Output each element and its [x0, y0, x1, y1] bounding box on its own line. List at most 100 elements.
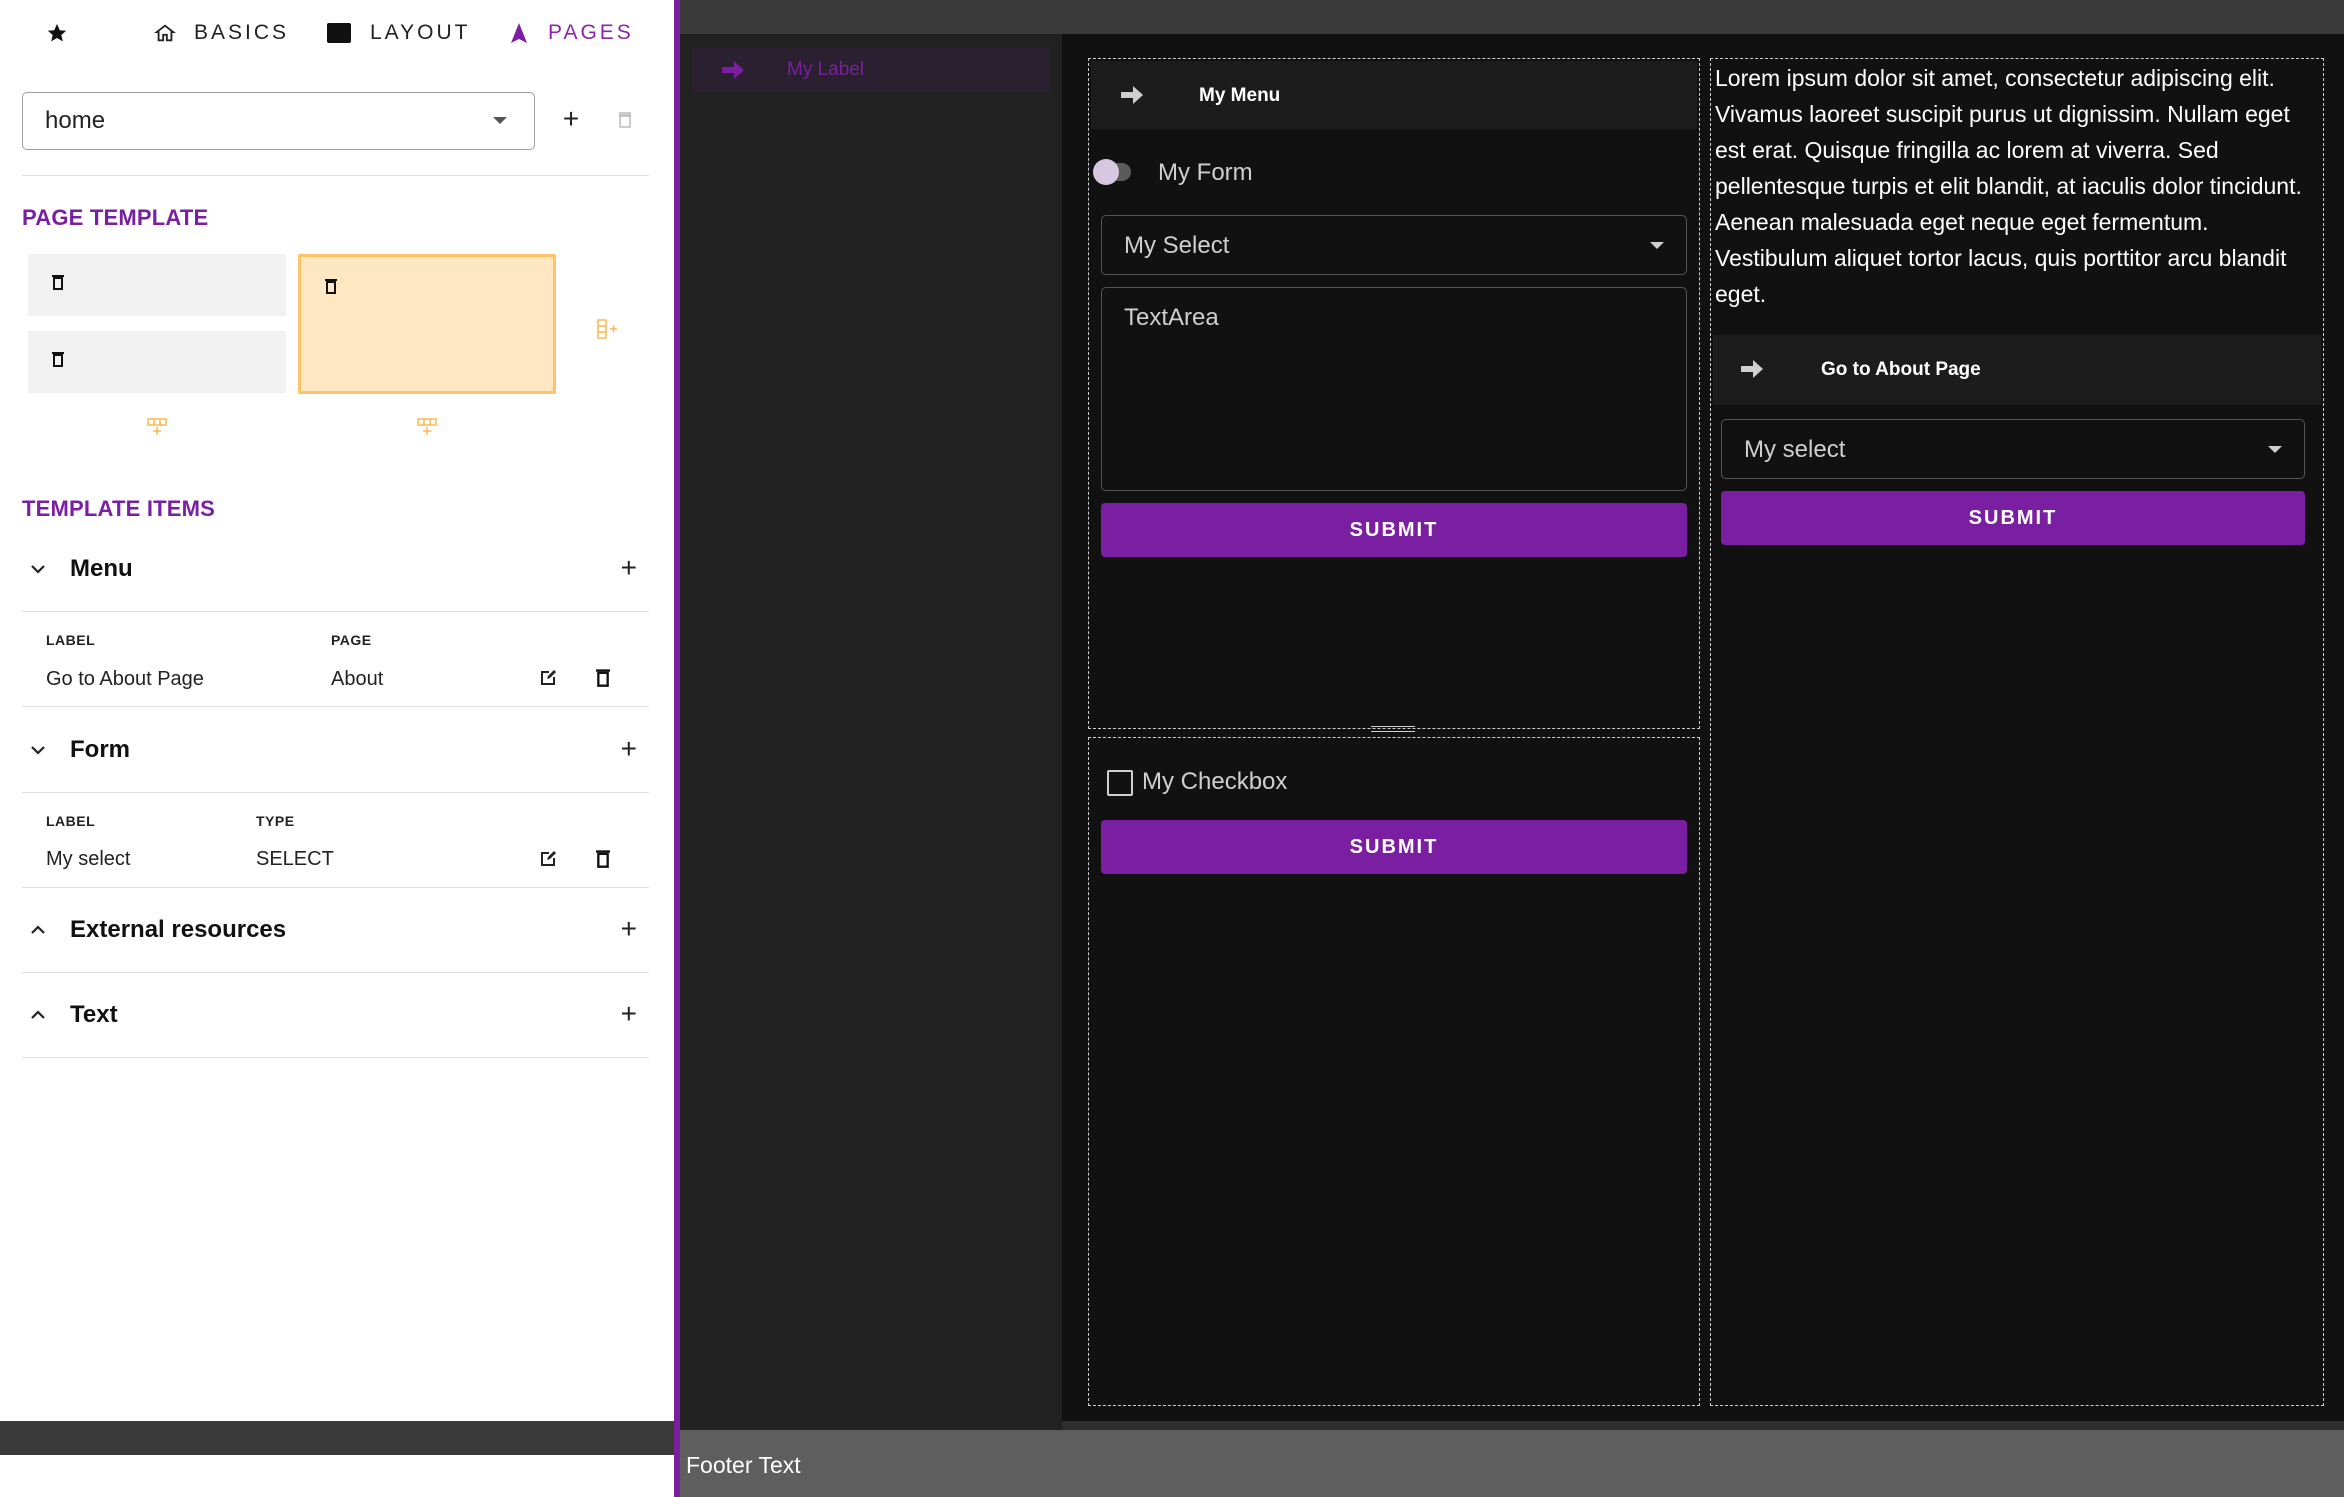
template-slot-selected[interactable]	[298, 254, 556, 394]
group-menu-title: Menu	[70, 555, 133, 582]
window-icon	[327, 23, 351, 43]
page-template-title: PAGE TEMPLATE	[22, 205, 209, 230]
group-menu[interactable]: Menu +	[22, 534, 649, 604]
group-text[interactable]: Text +	[22, 980, 649, 1050]
submit-button[interactable]: SUBMIT	[1101, 503, 1687, 557]
divider	[22, 1057, 649, 1058]
add-external-resource-button[interactable]: +	[621, 913, 637, 945]
add-row-icon[interactable]	[146, 418, 168, 436]
group-text-title: Text	[70, 1001, 118, 1028]
edit-icon[interactable]	[538, 668, 558, 688]
submit-label: SUBMIT	[1968, 506, 2058, 529]
add-column-icon[interactable]	[596, 318, 618, 340]
group-external-resources[interactable]: External resources +	[22, 895, 649, 965]
divider	[22, 792, 649, 793]
tab-pages[interactable]: PAGES	[508, 18, 634, 48]
preview-footer: Footer Text	[680, 1430, 2344, 1497]
layout-zone-top-left[interactable]: My Menu My Form My Select TextArea SUBMI…	[1088, 58, 1700, 732]
divider	[22, 611, 649, 612]
arrow-right-icon[interactable]	[1119, 83, 1145, 107]
menu-bar: My Menu	[1091, 61, 1697, 129]
delete-icon[interactable]	[596, 668, 610, 687]
sidenav-link-label: My Label	[787, 59, 865, 80]
checkbox-label: My Checkbox	[1142, 768, 1288, 795]
chevron-down-icon	[31, 746, 45, 755]
tab-basics[interactable]: BASICS	[154, 18, 289, 48]
menu-bar: Go to About Page	[1713, 335, 2321, 405]
left-scrollbar-track[interactable]	[0, 1421, 674, 1455]
form-select[interactable]: My Select	[1101, 215, 1687, 275]
chevron-down-icon	[31, 565, 45, 574]
template-slot-bottom-left[interactable]	[28, 331, 286, 393]
row-resize-handle[interactable]	[1371, 726, 1415, 732]
divider	[22, 175, 649, 176]
group-form-title: Form	[70, 736, 130, 763]
group-form[interactable]: Form +	[22, 715, 649, 785]
divider	[22, 887, 649, 888]
form-label: My Form	[1158, 159, 1253, 186]
right-select[interactable]: My select	[1721, 419, 2305, 479]
form-toggle[interactable]	[1093, 159, 1131, 185]
preview-scrollbar[interactable]	[1062, 1421, 2344, 1430]
page-select[interactable]: home	[22, 92, 535, 150]
column-header-type: TYPE	[256, 813, 295, 829]
submit-button[interactable]: SUBMIT	[1101, 820, 1687, 874]
editor-panel: BASICS LAYOUT PAGES home + PAGE TEMPLATE…	[0, 0, 674, 1497]
menu-row-page: About	[331, 668, 384, 690]
trash-icon[interactable]	[52, 274, 64, 290]
arrow-right-icon	[722, 61, 744, 79]
add-text-button[interactable]: +	[621, 998, 637, 1030]
group-external-resources-title: External resources	[70, 916, 287, 943]
submit-button[interactable]: SUBMIT	[1721, 491, 2305, 545]
home-icon	[154, 24, 176, 42]
trash-icon[interactable]	[52, 351, 64, 367]
chevron-down-icon	[1650, 242, 1664, 249]
tab-layout[interactable]: LAYOUT	[326, 18, 470, 48]
add-form-item-button[interactable]: +	[621, 733, 637, 765]
form-row-type: SELECT	[256, 848, 334, 870]
trash-icon[interactable]	[325, 278, 337, 294]
add-page-button[interactable]: +	[556, 103, 586, 134]
template-slot-top-left[interactable]	[28, 254, 286, 316]
star-icon[interactable]	[46, 18, 68, 48]
chevron-down-icon	[493, 117, 507, 124]
submit-label: SUBMIT	[1349, 835, 1439, 858]
page-preview: My Label My Menu My Form My Select TextA…	[680, 0, 2344, 1497]
right-select-value: My select	[1744, 436, 1846, 463]
column-header-page: PAGE	[331, 632, 372, 648]
add-row-icon[interactable]	[416, 418, 438, 436]
layout-zone-bottom-left[interactable]: My Checkbox SUBMIT	[1088, 737, 1700, 1406]
sidenav-link[interactable]: My Label	[692, 48, 1050, 92]
column-header-label: LABEL	[46, 813, 96, 829]
submit-label: SUBMIT	[1349, 518, 1439, 541]
about-menu-item[interactable]: Go to About Page	[1821, 359, 1981, 381]
menu-row-label: Go to About Page	[46, 668, 204, 690]
page-select-value: home	[45, 107, 106, 134]
template-items-title: TEMPLATE ITEMS	[22, 496, 216, 521]
chevron-up-icon	[31, 1010, 45, 1019]
trash-icon	[619, 112, 631, 128]
chevron-down-icon	[2268, 446, 2282, 453]
edit-icon[interactable]	[538, 849, 558, 869]
preview-sidenav: My Label	[680, 34, 1062, 1430]
arrow-right-icon[interactable]	[1739, 357, 1765, 381]
add-menu-item-button[interactable]: +	[621, 552, 637, 584]
delete-icon[interactable]	[596, 849, 610, 868]
lorem-text: Lorem ipsum dolor sit amet, consectetur …	[1715, 65, 2302, 307]
form-select-value: My Select	[1124, 232, 1230, 259]
divider	[22, 972, 649, 973]
textarea-placeholder: TextArea	[1124, 304, 1219, 331]
delete-page-button[interactable]	[612, 106, 638, 134]
tab-basics-label: BASICS	[194, 21, 290, 44]
toggle-knob	[1093, 159, 1119, 185]
preview-header	[680, 0, 2344, 34]
checkbox[interactable]	[1107, 770, 1133, 796]
form-textarea[interactable]: TextArea	[1101, 287, 1687, 491]
divider	[22, 706, 649, 707]
chevron-up-icon	[31, 925, 45, 934]
navigation-icon	[511, 23, 527, 43]
tab-layout-label: LAYOUT	[370, 21, 471, 44]
form-row-label: My select	[46, 848, 131, 870]
menu-title[interactable]: My Menu	[1199, 85, 1280, 107]
top-nav: BASICS LAYOUT PAGES	[0, 0, 674, 66]
